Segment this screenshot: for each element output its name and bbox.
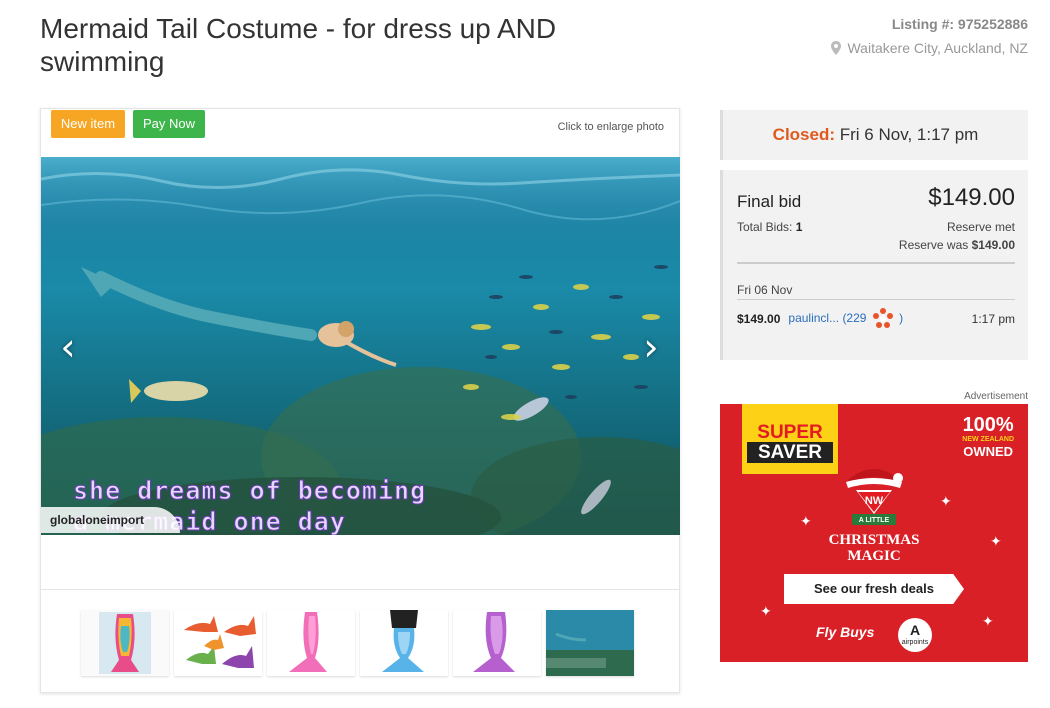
location-text: Waitakere City, Auckland, NZ bbox=[847, 40, 1028, 56]
blue-tail-image bbox=[360, 610, 448, 676]
divider bbox=[737, 262, 1015, 264]
pink-tail-image bbox=[267, 610, 355, 676]
super-saver-badge: SUPER SAVER bbox=[742, 404, 838, 474]
bidder-rating-open: (229 bbox=[842, 311, 867, 326]
advertisement-banner[interactable]: ✦ ✦ ✦ ✦ ✦ SUPER SAVER 100% NEW ZEALAND O… bbox=[720, 404, 1028, 662]
purple-tail-image bbox=[453, 610, 541, 676]
reserve-was: Reserve was $149.00 bbox=[899, 238, 1015, 252]
photo-gallery: New item Pay Now Click to enlarge photo bbox=[40, 108, 680, 693]
nz-owned-badge: 100% NEW ZEALAND OWNED bbox=[962, 414, 1014, 459]
sparkle-icon: ✦ bbox=[940, 494, 952, 510]
listing-location: Waitakere City, Auckland, NZ bbox=[831, 40, 1028, 56]
previous-photo-button[interactable]: ‹ bbox=[53, 327, 83, 367]
owned-percent: 100% bbox=[962, 414, 1014, 436]
total-bids: Total Bids: 1 bbox=[737, 220, 802, 234]
pay-now-badge[interactable]: Pay Now bbox=[133, 110, 205, 138]
tagline-magic: MAGIC bbox=[847, 548, 901, 564]
thumbnail-6[interactable] bbox=[546, 610, 634, 676]
new-item-badge[interactable]: New item bbox=[51, 110, 125, 138]
saver-text: SAVER bbox=[747, 442, 833, 463]
bid-history-row: $149.00 paulincl... (229 ) 1:17 pm bbox=[737, 308, 1015, 330]
bid-history-date: Fri 06 Nov bbox=[737, 283, 793, 297]
final-bid-price: $149.00 bbox=[928, 184, 1015, 211]
total-bids-value: 1 bbox=[795, 220, 803, 234]
nw-logo-icon: NW A LITTLE bbox=[846, 469, 903, 525]
christmas-magic-tagline: CHRISTMAS MAGIC bbox=[720, 532, 1028, 564]
thumbnail-5[interactable] bbox=[453, 610, 541, 676]
thumbnail-1[interactable] bbox=[81, 610, 169, 676]
rainbow-tail-image bbox=[81, 610, 169, 676]
thumbnail-strip bbox=[41, 589, 680, 693]
feedback-star-icon bbox=[872, 308, 893, 328]
airpoints-glyph: A bbox=[909, 622, 921, 638]
listing-number: Listing #: 975252886 bbox=[891, 16, 1028, 32]
closed-label: Closed: bbox=[772, 125, 836, 144]
bidder-link[interactable]: paulincl... (229 ) bbox=[788, 307, 903, 331]
multi-tails-image bbox=[174, 610, 262, 676]
bid-time: 1:17 pm bbox=[971, 312, 1015, 326]
flybuys-logo: Fly Buys bbox=[816, 624, 875, 640]
location-pin-icon bbox=[831, 41, 842, 55]
bidder-rating-close: ) bbox=[899, 311, 904, 326]
reserve-met: Reserve met bbox=[946, 220, 1015, 234]
final-bid-label: Final bid bbox=[737, 192, 802, 211]
reserve-was-label: Reserve was bbox=[898, 238, 969, 252]
reserve-was-value: $149.00 bbox=[971, 238, 1015, 252]
thumbnail-2[interactable] bbox=[174, 610, 262, 676]
next-photo-button[interactable]: › bbox=[636, 327, 666, 367]
divider bbox=[737, 299, 1015, 300]
main-photo[interactable]: ‹ › she dreams of becoming a mermaid one… bbox=[41, 157, 680, 535]
bid-summary: Final bid $149.00 Total Bids: 1 Reserve … bbox=[720, 170, 1028, 360]
owned-country: NEW ZEALAND bbox=[962, 436, 1014, 443]
caption-line-1: she dreams of becoming bbox=[72, 476, 427, 506]
sparkle-icon: ✦ bbox=[800, 514, 812, 530]
thumbnail-4[interactable] bbox=[360, 610, 448, 676]
super-text: SUPER bbox=[757, 422, 823, 443]
enlarge-hint[interactable]: Click to enlarge photo bbox=[558, 121, 664, 133]
tagline-christmas: CHRISTMAS bbox=[828, 532, 920, 548]
closed-time: Fri 6 Nov, 1:17 pm bbox=[839, 125, 979, 144]
auction-closed-status: Closed: Fri 6 Nov, 1:17 pm bbox=[720, 110, 1028, 160]
photo-watermark: globaloneimport bbox=[41, 507, 180, 533]
airpoints-text: airpoints bbox=[901, 639, 929, 646]
bidder-name[interactable]: paulincl... bbox=[788, 311, 839, 325]
brand-text: NW bbox=[865, 495, 884, 507]
advertisement-label: Advertisement bbox=[964, 391, 1028, 402]
owned-word: OWNED bbox=[963, 444, 1014, 459]
bid-amount: $149.00 bbox=[737, 312, 781, 326]
sparkle-icon: ✦ bbox=[982, 614, 994, 630]
airpoints-logo: A airpoints bbox=[898, 618, 932, 652]
sparkle-icon: ✦ bbox=[760, 604, 772, 620]
tagline-small: A LITTLE bbox=[859, 517, 890, 524]
listing-title: Mermaid Tail Costume - for dress up AND … bbox=[40, 13, 557, 77]
fresh-deals-button[interactable]: See our fresh deals bbox=[784, 574, 964, 604]
total-bids-label: Total Bids: bbox=[737, 220, 793, 234]
thumbnail-3[interactable] bbox=[267, 610, 355, 676]
underwater-scene-image bbox=[546, 610, 634, 676]
